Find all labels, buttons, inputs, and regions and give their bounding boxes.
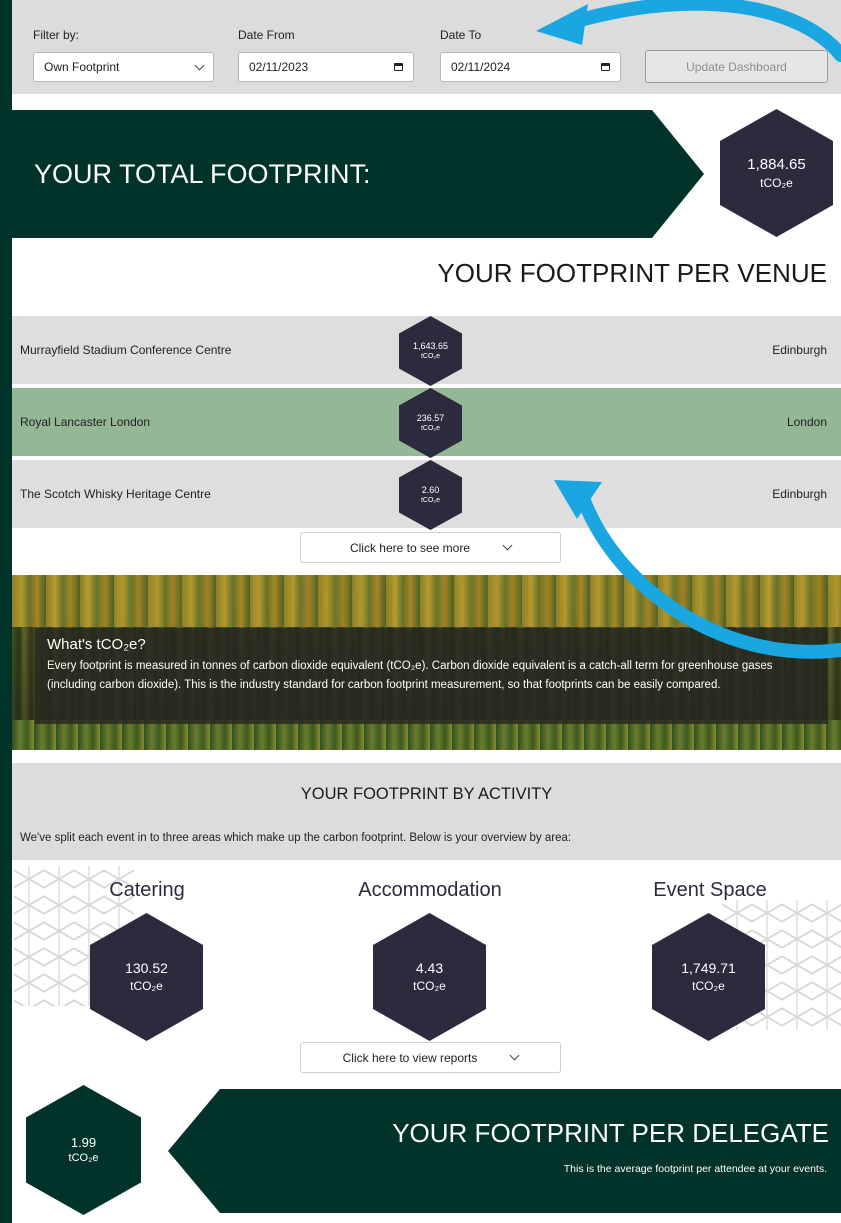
arrow-to-venue-list xyxy=(554,480,841,659)
annotation-arrows xyxy=(536,0,841,659)
arrow-to-date-filter xyxy=(536,0,841,62)
